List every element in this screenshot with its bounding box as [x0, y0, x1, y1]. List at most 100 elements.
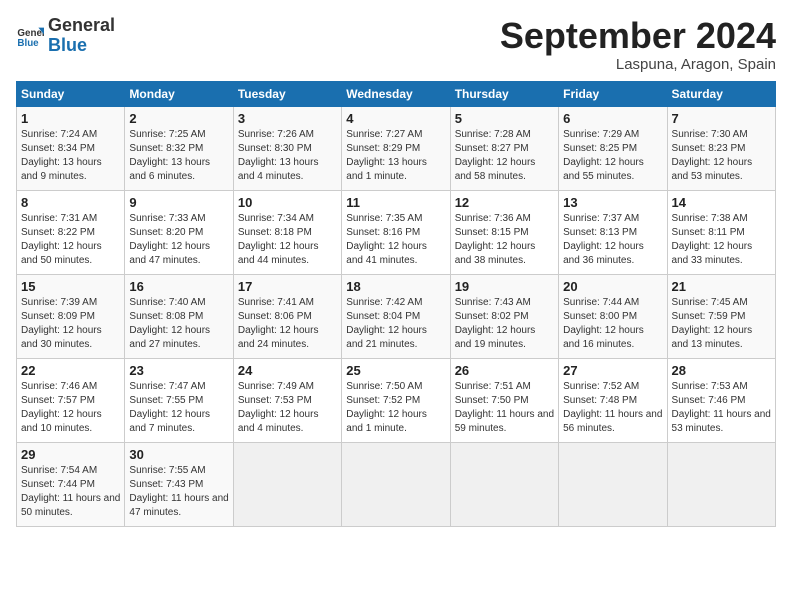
day-info: Sunrise: 7:45 AM Sunset: 7:59 PM Dayligh… [672, 296, 771, 352]
day-info: Sunrise: 7:30 AM Sunset: 8:23 PM Dayligh… [672, 128, 771, 184]
calendar-day: 18 Sunrise: 7:42 AM Sunset: 8:04 PM Dayl… [342, 274, 450, 358]
day-info: Sunrise: 7:35 AM Sunset: 8:16 PM Dayligh… [346, 212, 445, 268]
day-info: Sunrise: 7:44 AM Sunset: 8:00 PM Dayligh… [563, 296, 662, 352]
calendar-day: 6 Sunrise: 7:29 AM Sunset: 8:25 PM Dayli… [559, 106, 667, 190]
day-number: 19 [455, 279, 554, 294]
day-number: 10 [238, 195, 337, 210]
header-cell-saturday: Saturday [667, 81, 775, 106]
day-info: Sunrise: 7:42 AM Sunset: 8:04 PM Dayligh… [346, 296, 445, 352]
calendar-week-4: 22 Sunrise: 7:46 AM Sunset: 7:57 PM Dayl… [17, 358, 776, 442]
day-info: Sunrise: 7:52 AM Sunset: 7:48 PM Dayligh… [563, 380, 662, 436]
day-number: 18 [346, 279, 445, 294]
calendar-day: 2 Sunrise: 7:25 AM Sunset: 8:32 PM Dayli… [125, 106, 233, 190]
calendar-week-3: 15 Sunrise: 7:39 AM Sunset: 8:09 PM Dayl… [17, 274, 776, 358]
month-title: September 2024 [500, 16, 776, 56]
day-info: Sunrise: 7:47 AM Sunset: 7:55 PM Dayligh… [129, 380, 228, 436]
day-info: Sunrise: 7:29 AM Sunset: 8:25 PM Dayligh… [563, 128, 662, 184]
calendar-day: 30 Sunrise: 7:55 AM Sunset: 7:43 PM Dayl… [125, 442, 233, 526]
day-number: 6 [563, 111, 662, 126]
location-title: Laspuna, Aragon, Spain [500, 56, 776, 73]
calendar-day: 7 Sunrise: 7:30 AM Sunset: 8:23 PM Dayli… [667, 106, 775, 190]
day-info: Sunrise: 7:39 AM Sunset: 8:09 PM Dayligh… [21, 296, 120, 352]
page-header: General Blue General Blue September 2024… [16, 16, 776, 73]
logo: General Blue General Blue [16, 16, 115, 56]
day-info: Sunrise: 7:49 AM Sunset: 7:53 PM Dayligh… [238, 380, 337, 436]
calendar-day: 26 Sunrise: 7:51 AM Sunset: 7:50 PM Dayl… [450, 358, 558, 442]
calendar-day: 25 Sunrise: 7:50 AM Sunset: 7:52 PM Dayl… [342, 358, 450, 442]
day-info: Sunrise: 7:24 AM Sunset: 8:34 PM Dayligh… [21, 128, 120, 184]
calendar-table: SundayMondayTuesdayWednesdayThursdayFrid… [16, 81, 776, 527]
header-cell-monday: Monday [125, 81, 233, 106]
calendar-day: 28 Sunrise: 7:53 AM Sunset: 7:46 PM Dayl… [667, 358, 775, 442]
svg-text:Blue: Blue [17, 38, 39, 49]
day-number: 13 [563, 195, 662, 210]
day-info: Sunrise: 7:54 AM Sunset: 7:44 PM Dayligh… [21, 464, 120, 520]
day-number: 5 [455, 111, 554, 126]
calendar-day: 5 Sunrise: 7:28 AM Sunset: 8:27 PM Dayli… [450, 106, 558, 190]
day-number: 26 [455, 363, 554, 378]
calendar-day [450, 442, 558, 526]
day-info: Sunrise: 7:25 AM Sunset: 8:32 PM Dayligh… [129, 128, 228, 184]
day-number: 17 [238, 279, 337, 294]
calendar-day: 13 Sunrise: 7:37 AM Sunset: 8:13 PM Dayl… [559, 190, 667, 274]
day-number: 25 [346, 363, 445, 378]
day-info: Sunrise: 7:46 AM Sunset: 7:57 PM Dayligh… [21, 380, 120, 436]
day-number: 7 [672, 111, 771, 126]
day-info: Sunrise: 7:51 AM Sunset: 7:50 PM Dayligh… [455, 380, 554, 436]
day-number: 16 [129, 279, 228, 294]
day-info: Sunrise: 7:34 AM Sunset: 8:18 PM Dayligh… [238, 212, 337, 268]
calendar-day: 11 Sunrise: 7:35 AM Sunset: 8:16 PM Dayl… [342, 190, 450, 274]
header-row: SundayMondayTuesdayWednesdayThursdayFrid… [17, 81, 776, 106]
calendar-day: 27 Sunrise: 7:52 AM Sunset: 7:48 PM Dayl… [559, 358, 667, 442]
header-cell-sunday: Sunday [17, 81, 125, 106]
day-number: 20 [563, 279, 662, 294]
calendar-day: 29 Sunrise: 7:54 AM Sunset: 7:44 PM Dayl… [17, 442, 125, 526]
calendar-day: 12 Sunrise: 7:36 AM Sunset: 8:15 PM Dayl… [450, 190, 558, 274]
calendar-day: 16 Sunrise: 7:40 AM Sunset: 8:08 PM Dayl… [125, 274, 233, 358]
day-info: Sunrise: 7:31 AM Sunset: 8:22 PM Dayligh… [21, 212, 120, 268]
calendar-day: 3 Sunrise: 7:26 AM Sunset: 8:30 PM Dayli… [233, 106, 341, 190]
day-number: 15 [21, 279, 120, 294]
logo-text: General Blue [48, 16, 115, 56]
calendar-day: 1 Sunrise: 7:24 AM Sunset: 8:34 PM Dayli… [17, 106, 125, 190]
day-number: 28 [672, 363, 771, 378]
day-number: 23 [129, 363, 228, 378]
day-info: Sunrise: 7:50 AM Sunset: 7:52 PM Dayligh… [346, 380, 445, 436]
day-info: Sunrise: 7:38 AM Sunset: 8:11 PM Dayligh… [672, 212, 771, 268]
day-info: Sunrise: 7:40 AM Sunset: 8:08 PM Dayligh… [129, 296, 228, 352]
calendar-body: 1 Sunrise: 7:24 AM Sunset: 8:34 PM Dayli… [17, 106, 776, 526]
calendar-day: 24 Sunrise: 7:49 AM Sunset: 7:53 PM Dayl… [233, 358, 341, 442]
calendar-day: 19 Sunrise: 7:43 AM Sunset: 8:02 PM Dayl… [450, 274, 558, 358]
day-number: 14 [672, 195, 771, 210]
calendar-day: 20 Sunrise: 7:44 AM Sunset: 8:00 PM Dayl… [559, 274, 667, 358]
day-number: 30 [129, 447, 228, 462]
calendar-day [667, 442, 775, 526]
day-number: 27 [563, 363, 662, 378]
calendar-day: 17 Sunrise: 7:41 AM Sunset: 8:06 PM Dayl… [233, 274, 341, 358]
day-info: Sunrise: 7:28 AM Sunset: 8:27 PM Dayligh… [455, 128, 554, 184]
day-number: 4 [346, 111, 445, 126]
day-number: 11 [346, 195, 445, 210]
header-cell-wednesday: Wednesday [342, 81, 450, 106]
day-info: Sunrise: 7:41 AM Sunset: 8:06 PM Dayligh… [238, 296, 337, 352]
calendar-week-1: 1 Sunrise: 7:24 AM Sunset: 8:34 PM Dayli… [17, 106, 776, 190]
calendar-day: 21 Sunrise: 7:45 AM Sunset: 7:59 PM Dayl… [667, 274, 775, 358]
day-info: Sunrise: 7:36 AM Sunset: 8:15 PM Dayligh… [455, 212, 554, 268]
calendar-day: 4 Sunrise: 7:27 AM Sunset: 8:29 PM Dayli… [342, 106, 450, 190]
calendar-week-2: 8 Sunrise: 7:31 AM Sunset: 8:22 PM Dayli… [17, 190, 776, 274]
day-number: 21 [672, 279, 771, 294]
day-number: 24 [238, 363, 337, 378]
day-number: 12 [455, 195, 554, 210]
calendar-day [233, 442, 341, 526]
calendar-header: SundayMondayTuesdayWednesdayThursdayFrid… [17, 81, 776, 106]
header-cell-thursday: Thursday [450, 81, 558, 106]
day-info: Sunrise: 7:53 AM Sunset: 7:46 PM Dayligh… [672, 380, 771, 436]
day-number: 22 [21, 363, 120, 378]
calendar-day: 23 Sunrise: 7:47 AM Sunset: 7:55 PM Dayl… [125, 358, 233, 442]
day-info: Sunrise: 7:26 AM Sunset: 8:30 PM Dayligh… [238, 128, 337, 184]
day-info: Sunrise: 7:33 AM Sunset: 8:20 PM Dayligh… [129, 212, 228, 268]
header-cell-friday: Friday [559, 81, 667, 106]
calendar-day [342, 442, 450, 526]
calendar-day: 8 Sunrise: 7:31 AM Sunset: 8:22 PM Dayli… [17, 190, 125, 274]
day-info: Sunrise: 7:43 AM Sunset: 8:02 PM Dayligh… [455, 296, 554, 352]
